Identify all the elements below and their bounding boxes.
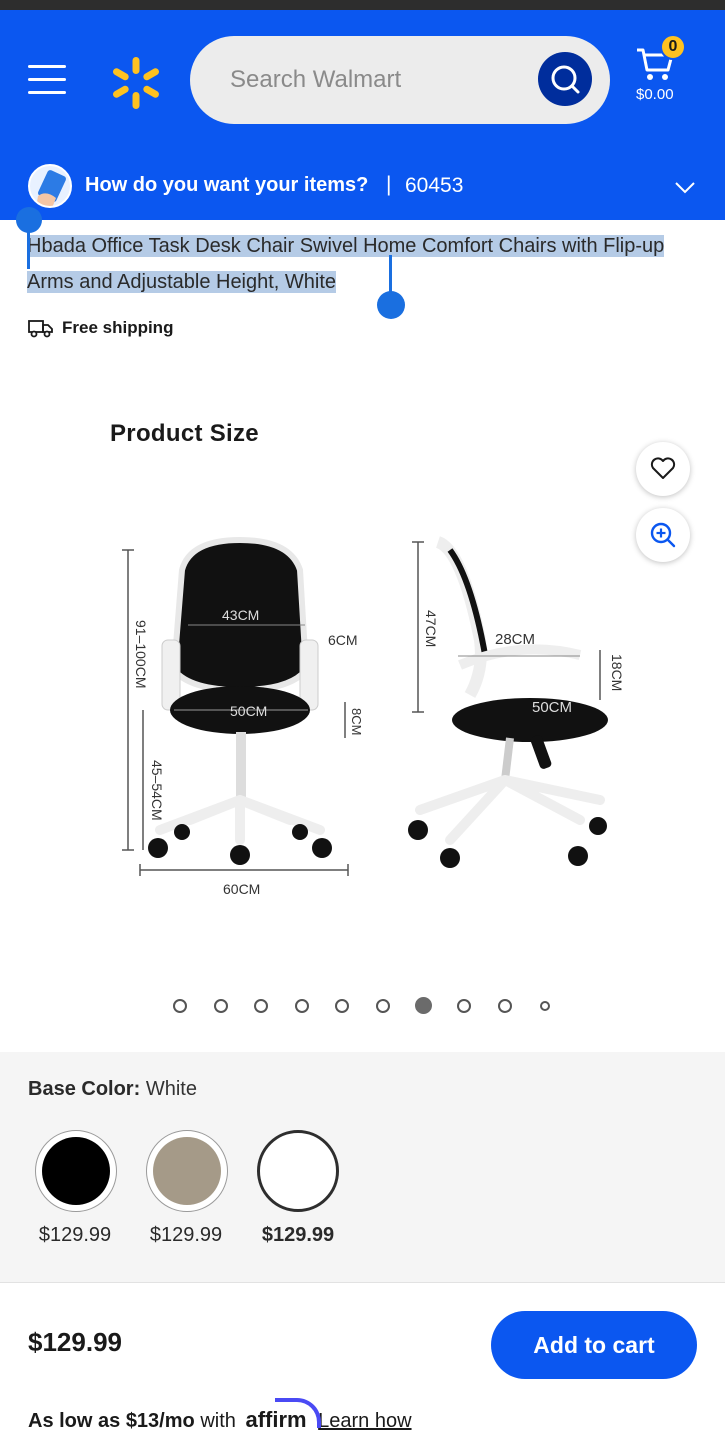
- dim-base: 60CM: [223, 881, 260, 897]
- favorite-button[interactable]: [636, 442, 690, 496]
- delivery-zip: 60453: [405, 174, 464, 197]
- swatch-black[interactable]: [35, 1130, 117, 1212]
- add-to-cart-button[interactable]: Add to cart: [491, 1311, 697, 1379]
- swatch-fill: [153, 1137, 221, 1205]
- dim-back-height: 47CM: [423, 610, 439, 647]
- base-color-selected: White: [145, 1078, 197, 1100]
- carousel-dot[interactable]: [213, 999, 228, 1013]
- carousel-dot[interactable]: [497, 999, 512, 1013]
- base-color-title: Base Color:: [28, 1078, 141, 1100]
- delivery-question: How do you want your items?: [85, 174, 369, 196]
- search-icon: [551, 65, 580, 94]
- dim-depth: 28CM: [495, 631, 535, 648]
- search-button[interactable]: [538, 52, 592, 106]
- carousel-dot[interactable]: [173, 999, 187, 1013]
- delivery-separator: |: [386, 173, 392, 196]
- carousel-dot[interactable]: [376, 999, 390, 1013]
- walmart-spark-icon[interactable]: [108, 55, 164, 111]
- dim-arm-side: 18CM: [609, 654, 625, 691]
- chevron-down-icon[interactable]: [674, 176, 696, 198]
- swatch-white[interactable]: [257, 1130, 339, 1212]
- product-title[interactable]: Hbada Office Task Desk Chair Swivel Home…: [27, 235, 665, 293]
- affirm-with: with: [200, 1410, 236, 1432]
- selection-end-handle[interactable]: [377, 255, 405, 319]
- dim-arm: 6CM: [328, 632, 358, 648]
- chair-dimension-diagram: 91–100CM 45–54CM 43CM 6CM 8CM 50CM 60CM …: [122, 536, 625, 897]
- carousel-dot[interactable]: [254, 999, 269, 1013]
- chair-side-view: [408, 536, 608, 868]
- delivery-intent-icon: [28, 164, 72, 208]
- variant-selector: Base Color: White $129.99 $129.99 $129.9…: [0, 1052, 725, 1282]
- swatch-fill: [264, 1137, 332, 1205]
- swatch-fill: [42, 1137, 110, 1205]
- shipping-info: Free shipping: [28, 316, 173, 340]
- image-heading: Product Size: [110, 420, 259, 447]
- zoom-in-icon: [650, 522, 676, 548]
- heart-icon: [650, 457, 676, 479]
- affirm-logo: affirm: [245, 1398, 322, 1432]
- affirm-financing: As low as $13/mo with affirm Learn how: [28, 1398, 412, 1433]
- shipping-label: Free shipping: [62, 318, 174, 337]
- selection-start-handle[interactable]: [16, 207, 42, 269]
- swatch-price: $129.99: [38, 1224, 112, 1246]
- product-price: $129.99: [28, 1327, 122, 1357]
- dim-seat-width: 50CM: [230, 703, 267, 719]
- zoom-button[interactable]: [636, 508, 690, 562]
- product-image-carousel[interactable]: Product Size 91–100CM 45–54CM 43CM 6CM 8…: [0, 360, 725, 1040]
- cart-count-badge: 0: [660, 34, 686, 60]
- product-title-container: Hbada Office Task Desk Chair Swivel Home…: [27, 228, 699, 300]
- dim-seat-height: 45–54CM: [149, 760, 165, 821]
- truck-icon: [28, 320, 53, 338]
- learn-how-link[interactable]: Learn how: [318, 1410, 411, 1432]
- swatch-price: $129.99: [149, 1224, 223, 1246]
- delivery-selector[interactable]: How do you want your items? | 60453: [0, 160, 725, 220]
- swatch-taupe[interactable]: [146, 1130, 228, 1212]
- dim-arm-height: 8CM: [349, 708, 364, 735]
- add-to-cart-bar: $129.99 Add to cart As low as $13/mo wit…: [0, 1282, 725, 1440]
- carousel-indicator: [0, 996, 725, 1016]
- carousel-dot[interactable]: [335, 999, 350, 1013]
- search-input[interactable]: [230, 36, 530, 124]
- cart-button[interactable]: 0 $0.00: [630, 34, 700, 114]
- swatch-price: $129.99: [261, 1224, 335, 1246]
- dim-back-width: 43CM: [222, 607, 259, 623]
- dim-seat-depth: 50CM: [532, 699, 572, 716]
- carousel-dot[interactable]: [540, 1001, 551, 1011]
- cart-total: $0.00: [636, 86, 674, 103]
- status-bar: [0, 0, 725, 10]
- dim-height-total: 91–100CM: [133, 620, 149, 689]
- search-bar: [190, 36, 610, 124]
- carousel-dot[interactable]: [294, 999, 309, 1013]
- affirm-amount: As low as $13/mo: [28, 1410, 195, 1432]
- carousel-dot[interactable]: [457, 999, 472, 1013]
- base-color-label: Base Color: White: [28, 1078, 197, 1101]
- carousel-dot[interactable]: [415, 997, 433, 1014]
- header: 0 $0.00 How do you want your items? | 60…: [0, 10, 725, 220]
- hamburger-menu-icon[interactable]: [28, 65, 68, 95]
